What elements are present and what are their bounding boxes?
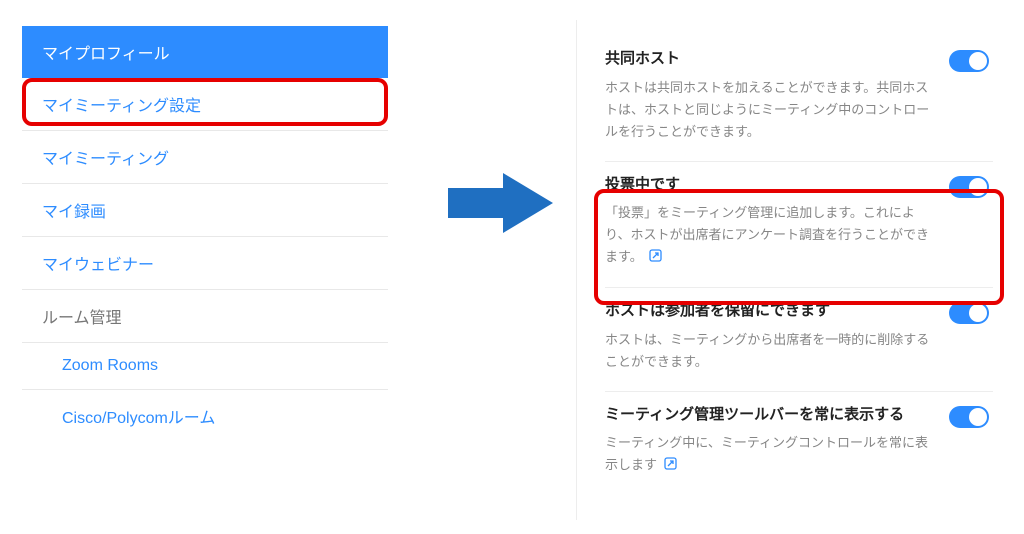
- toggle-show-toolbar[interactable]: [949, 406, 989, 428]
- sidebar-item-my-webinars[interactable]: マイウェビナー: [22, 237, 388, 290]
- sidebar-item-my-profile[interactable]: マイプロフィール: [22, 26, 388, 78]
- setting-title: ミーティング管理ツールバーを常に表示する: [605, 404, 993, 427]
- setting-show-toolbar: ミーティング管理ツールバーを常に表示する ミーティング中に、ミーティングコントロ…: [605, 391, 993, 495]
- highlight-setting-polling: [594, 189, 1004, 305]
- sidebar-item-my-meetings[interactable]: マイミーティング: [22, 131, 388, 184]
- sidebar-item-zoom-rooms[interactable]: Zoom Rooms: [22, 343, 388, 390]
- arrow-icon: [448, 168, 558, 243]
- external-link-icon[interactable]: [664, 455, 677, 477]
- toggle-co-host[interactable]: [949, 50, 989, 72]
- setting-title: 共同ホスト: [605, 48, 993, 71]
- setting-desc: ホストは、ミーティングから出席者を一時的に削除することができます。: [605, 329, 993, 373]
- setting-desc: ミーティング中に、ミーティングコントロールを常に表示します: [605, 432, 993, 477]
- setting-desc: ホストは共同ホストを加えることができます。共同ホストは、ホストと同じようにミーテ…: [605, 77, 993, 143]
- setting-co-host: 共同ホスト ホストは共同ホストを加えることができます。共同ホストは、ホストと同じ…: [605, 48, 993, 161]
- sidebar-section-room-management: ルーム管理: [22, 290, 388, 343]
- vertical-divider: [576, 20, 577, 520]
- sidebar-item-my-recordings[interactable]: マイ録画: [22, 184, 388, 237]
- sidebar-item-cisco-polycom-rooms[interactable]: Cisco/Polycomルーム: [22, 390, 388, 442]
- highlight-sidebar-item: [22, 78, 388, 126]
- setting-desc-text: ミーティング中に、ミーティングコントロールを常に表示します: [605, 435, 928, 472]
- toggle-hold-participants[interactable]: [949, 302, 989, 324]
